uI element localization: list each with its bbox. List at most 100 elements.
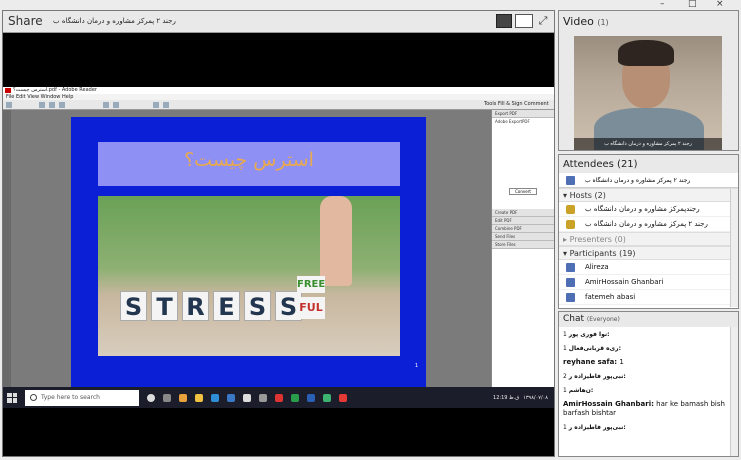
adobe-side-panel: Export PDF Adobe ExportPDF Convert Creat… — [491, 110, 554, 387]
stress-dice-image: S T R E S S FREE FUL — [98, 196, 400, 356]
presenters-label: Presenters (0) — [569, 235, 626, 244]
chat-scrollbar[interactable] — [730, 327, 738, 456]
video-name-label: رجند ۲ پمرکز مشاوره و درمان دانشگاه ب — [574, 138, 722, 150]
host-row[interactable]: رجندپمرکز مشاوره و درمان دانشگاه ب — [559, 202, 738, 217]
attendees-scrollbar[interactable] — [730, 189, 738, 307]
attendees-title: Attendees (21) — [559, 155, 738, 173]
user-icon — [566, 176, 575, 185]
chat-message: 1 ن‌هاشم: — [559, 383, 738, 397]
slide: استرس چیست؟ S T R E S S FREE FUL 1 — [71, 117, 426, 387]
video-feed[interactable]: رجند ۲ پمرکز مشاوره و درمان دانشگاه ب — [574, 36, 722, 150]
word-icon[interactable] — [307, 393, 315, 402]
message-text: 1 — [563, 331, 567, 338]
system-tray: 12:19 ق.ظ ۱۳۹۸/۰۷/۰۸ — [493, 395, 554, 401]
close-button[interactable]: × — [716, 0, 724, 9]
adobe-left-rail — [3, 110, 11, 387]
message-text: 1 — [563, 345, 567, 352]
zoom-out-icon — [153, 102, 159, 108]
save-icon — [39, 102, 45, 108]
restore-button[interactable]: □ — [688, 0, 697, 9]
store-files-item[interactable]: Store Files — [492, 241, 554, 249]
adobe-tools-tabs: Tools Fill & Sign Comment — [484, 101, 549, 107]
message-text: 1 — [619, 358, 624, 366]
chrome-icon[interactable] — [179, 393, 187, 402]
folder-icon[interactable] — [195, 393, 203, 402]
slide-title: استرس چیست؟ — [184, 149, 314, 171]
windows-start-icon[interactable] — [7, 392, 17, 403]
print-icon — [49, 102, 55, 108]
participant-name: Alireza — [585, 263, 609, 271]
chat-message: 2 نبی‌پور فاطیزاده ر: — [559, 369, 738, 383]
host-row[interactable]: رجند ۲ پمرکز مشاوره و درمان دانشگاه ب — [559, 217, 738, 232]
acrobat-icon[interactable] — [339, 393, 347, 402]
hosts-section[interactable]: ▾ Hosts (2) — [559, 188, 738, 202]
participant-row[interactable]: fatemeh abasi — [559, 290, 738, 305]
message-sender: ری‌ه قربانی‌فعال: — [568, 345, 622, 352]
export-options — [492, 125, 554, 185]
edge-icon[interactable] — [211, 393, 219, 402]
expand-icon[interactable]: ⤢ — [536, 14, 550, 28]
edit-pdf-item[interactable]: Edit PDF — [492, 217, 554, 225]
mail-icon[interactable] — [243, 393, 251, 402]
current-user-name: رجند ۲ پمرکز مشاوره و درمان دانشگاه ب — [585, 177, 691, 184]
layout-toolbar: ⤢ — [496, 14, 550, 28]
store-icon[interactable] — [227, 393, 235, 402]
video-count: (1) — [597, 18, 609, 27]
presenters-section[interactable]: ▸ Presenters (0) — [559, 232, 738, 246]
video-header: Video (1) — [559, 11, 738, 33]
send-files-item[interactable]: Send Files — [492, 233, 554, 241]
adobe-exportpdf-label: Adobe ExportPDF — [495, 119, 530, 124]
layout-full-button[interactable] — [515, 14, 533, 28]
die-letter: T — [151, 291, 178, 321]
share-panel: Share رجند ۲ پمرکز مشاوره و درمان دانشگا… — [2, 10, 555, 457]
chat-panel: Chat (Everyone) 1 نوا فوری پور: 1 ری‌ه ق… — [558, 311, 739, 457]
hosts-label: Hosts (2) — [569, 191, 606, 200]
adobe-toolbar: Tools Fill & Sign Comment — [3, 100, 554, 110]
chat-message: 1 ری‌ه قربانی‌فعال: — [559, 341, 738, 355]
video-title-text: Video — [563, 15, 594, 28]
chat-message: AmirHossain Ghanbari: har ke bamash bish… — [559, 397, 738, 420]
taskview-icon[interactable] — [163, 393, 171, 402]
participant-row[interactable]: AmirHossain Ghanbari — [559, 275, 738, 290]
zoom-in-icon — [163, 102, 169, 108]
chat-header: Chat (Everyone) — [559, 312, 738, 327]
opera-icon[interactable] — [275, 393, 283, 402]
taskbar-search[interactable]: Type here to search — [25, 389, 139, 406]
participants-section[interactable]: ▾ Participants (19) — [559, 246, 738, 260]
cortana-icon[interactable] — [147, 393, 155, 402]
message-text: 1 — [563, 387, 567, 394]
email-icon — [59, 102, 65, 108]
adobe-title: استرس چیست؟.pdf - Adobe Reader — [13, 87, 97, 93]
chat-scope: (Everyone) — [586, 316, 620, 323]
host-icon — [566, 205, 575, 214]
convert-button[interactable]: Convert — [509, 188, 537, 195]
die-letter: R — [182, 291, 209, 321]
message-sender: AmirHossain Ghanbari: — [563, 400, 654, 408]
current-user-row[interactable]: رجند ۲ پمرکز مشاوره و درمان دانشگاه ب — [559, 173, 738, 188]
message-sender: نبی‌پور فاطیزاده ر: — [568, 424, 626, 431]
host-name: رجندپمرکز مشاوره و درمان دانشگاه ب — [585, 205, 700, 213]
layout-thumbnail-button[interactable] — [496, 14, 512, 28]
windows-taskbar: Type here to search 12:19 ق.ظ ۱۳۹۸/۰۷/۰۸ — [3, 387, 554, 408]
host-icon — [566, 220, 575, 229]
create-pdf-item[interactable]: Create PDF — [492, 209, 554, 217]
participant-name: AmirHossain Ghanbari — [585, 278, 664, 286]
chat-title: Chat — [563, 314, 585, 324]
die-letter: S — [244, 291, 271, 321]
app-icon[interactable] — [259, 393, 267, 402]
share-bottom-area — [3, 408, 554, 456]
combine-pdf-item[interactable]: Combine PDF — [492, 225, 554, 233]
message-sender: نوا فوری پور: — [568, 331, 610, 338]
open-icon — [6, 102, 12, 108]
app2-icon[interactable] — [323, 393, 331, 402]
message-sender: نبی‌پور فاطیزاده ر: — [568, 373, 626, 380]
message-sender: ن‌هاشم: — [568, 387, 594, 394]
chat-message: reyhane safa: 1 — [559, 355, 738, 369]
participant-row[interactable]: Alireza — [559, 260, 738, 275]
next-page-icon — [113, 102, 119, 108]
user-icon — [566, 263, 575, 272]
minimize-button[interactable]: – — [660, 0, 665, 9]
export-pdf-header[interactable]: Export PDF — [492, 110, 554, 118]
prev-page-icon — [103, 102, 109, 108]
excel-icon[interactable] — [291, 393, 299, 402]
